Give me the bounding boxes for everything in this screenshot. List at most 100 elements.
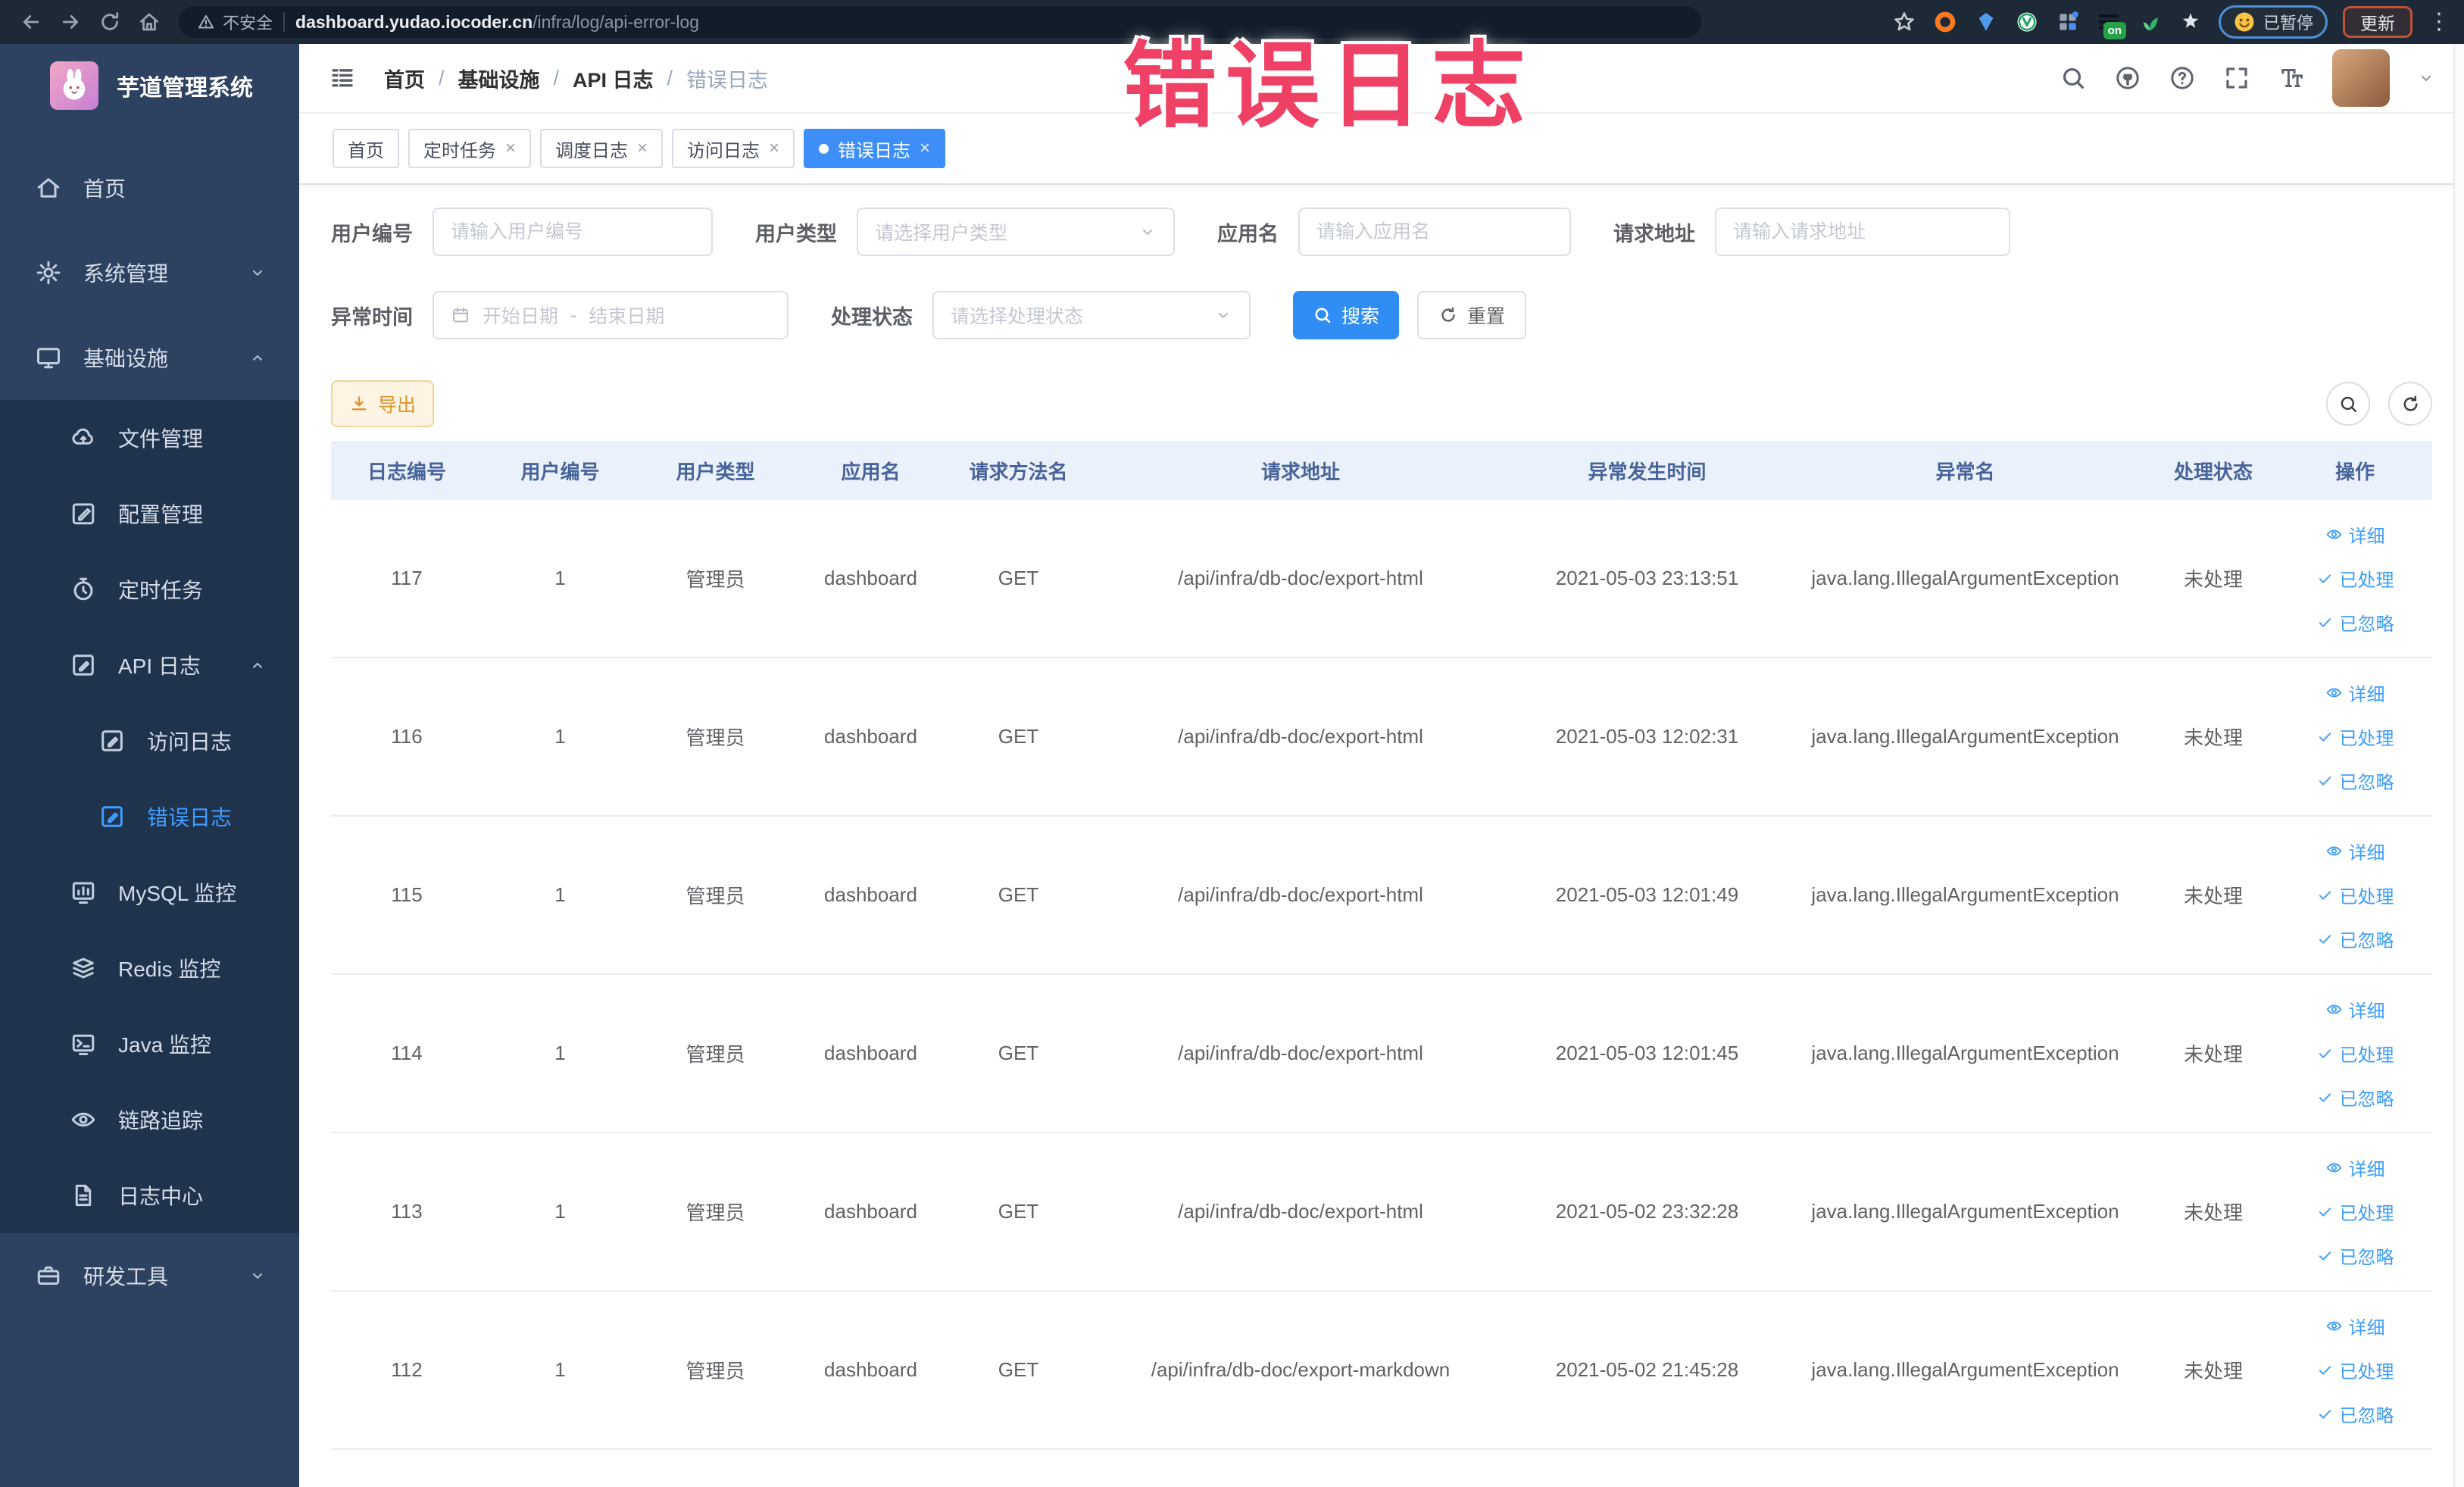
action-已忽略[interactable]: 已忽略 bbox=[2316, 917, 2394, 961]
breadcrumb-item[interactable]: 首页 bbox=[384, 64, 425, 93]
tab-首页[interactable]: 首页 bbox=[333, 129, 399, 168]
search-button[interactable]: 搜索 bbox=[1293, 291, 1400, 339]
sidebar-item-日志中心[interactable]: 日志中心 bbox=[0, 1157, 299, 1233]
security-warning[interactable]: 不安全 bbox=[197, 10, 273, 34]
request-url-input[interactable] bbox=[1715, 208, 2010, 256]
tab-访问日志[interactable]: 访问日志 × bbox=[672, 129, 795, 168]
export-button[interactable]: 导出 bbox=[331, 380, 435, 427]
back-icon[interactable] bbox=[14, 5, 48, 39]
home-icon bbox=[35, 174, 62, 201]
action-label: 详细 bbox=[2348, 526, 2385, 547]
close-icon[interactable]: × bbox=[920, 139, 930, 158]
action-已忽略[interactable]: 已忽略 bbox=[2316, 1076, 2394, 1120]
sidebar-item-API-日志[interactable]: API 日志 bbox=[0, 627, 299, 703]
url-bar[interactable]: 不安全 dashboard.yudao.iocoder.cn/infra/log… bbox=[179, 6, 1701, 38]
sidebar-item-Java-监控[interactable]: Java 监控 bbox=[0, 1006, 299, 1082]
font-size-icon[interactable] bbox=[2278, 64, 2305, 92]
close-icon[interactable]: × bbox=[505, 139, 516, 158]
reload-icon[interactable] bbox=[92, 5, 127, 39]
table-cell: dashboard bbox=[824, 1358, 917, 1381]
table-tools bbox=[2326, 382, 2432, 426]
tab-调度日志[interactable]: 调度日志 × bbox=[540, 129, 664, 168]
action-已忽略[interactable]: 已忽略 bbox=[2316, 1234, 2394, 1278]
action-详细[interactable]: 详细 bbox=[2325, 1304, 2385, 1348]
fullscreen-icon[interactable] bbox=[2223, 64, 2250, 92]
table-cell: /api/infra/db-doc/export-html bbox=[1178, 1042, 1423, 1064]
action-详细[interactable]: 详细 bbox=[2325, 829, 2385, 873]
bookmark-star-icon[interactable] bbox=[1891, 9, 1917, 35]
sidebar-item-定时任务[interactable]: 定时任务 bbox=[0, 551, 299, 627]
toggle-search-button[interactable] bbox=[2326, 382, 2370, 426]
breadcrumb-item[interactable]: API 日志 bbox=[573, 64, 654, 93]
exception-time-range-picker[interactable]: 开始日期 - 结束日期 bbox=[433, 291, 789, 339]
sidebar-item-label: 定时任务 bbox=[118, 579, 204, 602]
browser-menu-icon[interactable]: ⋮ bbox=[2428, 11, 2450, 33]
extension-leaf-icon[interactable] bbox=[2137, 9, 2163, 35]
page-scrollbar[interactable] bbox=[2453, 44, 2464, 1487]
sidebar-item-系统管理[interactable]: 系统管理 bbox=[0, 230, 299, 315]
breadcrumb-item[interactable]: 基础设施 bbox=[458, 64, 540, 93]
app-logo-row[interactable]: 芋道管理系统 bbox=[0, 44, 299, 127]
extension-green-v-icon[interactable] bbox=[2014, 9, 2040, 35]
chevron-down-icon[interactable] bbox=[2417, 69, 2435, 87]
tab-定时任务[interactable]: 定时任务 × bbox=[408, 129, 532, 168]
sidebar-item-文件管理[interactable]: 文件管理 bbox=[0, 400, 299, 476]
user-id-input[interactable] bbox=[433, 208, 713, 256]
refresh-table-button[interactable] bbox=[2388, 382, 2432, 426]
action-已处理[interactable]: 已处理 bbox=[2316, 873, 2394, 917]
action-详细[interactable]: 详细 bbox=[2325, 513, 2385, 557]
user-avatar[interactable] bbox=[2332, 49, 2390, 107]
reset-button[interactable]: 重置 bbox=[1417, 291, 1527, 339]
sidebar-item-首页[interactable]: 首页 bbox=[0, 145, 299, 230]
sidebar-collapse-icon[interactable] bbox=[328, 64, 357, 92]
filter-row-2: 异常时间 开始日期 - 结束日期 处理状态 请选择处理状态 搜索 重置 bbox=[331, 291, 2432, 339]
close-icon[interactable]: × bbox=[769, 139, 779, 158]
browser-update-button[interactable]: 更新 bbox=[2343, 6, 2412, 38]
sidebar-item-研发工具[interactable]: 研发工具 bbox=[0, 1233, 299, 1318]
extension-orange-icon[interactable] bbox=[1932, 9, 1958, 35]
action-已处理[interactable]: 已处理 bbox=[2316, 1190, 2394, 1234]
github-icon[interactable] bbox=[2114, 64, 2141, 92]
sidebar-item-MySQL-监控[interactable]: MySQL 监控 bbox=[0, 854, 299, 930]
process-status-select[interactable]: 请选择处理状态 bbox=[932, 291, 1251, 339]
action-已处理[interactable]: 已处理 bbox=[2316, 715, 2394, 759]
table-cell: dashboard bbox=[824, 883, 917, 906]
sidebar-item-label: 访问日志 bbox=[147, 730, 233, 754]
column-header: 请求地址 bbox=[1260, 460, 1340, 483]
extension-puzzle-icon[interactable] bbox=[2178, 9, 2203, 35]
config-edit-icon bbox=[70, 500, 97, 527]
action-已忽略[interactable]: 已忽略 bbox=[2316, 601, 2394, 645]
sidebar-item-基础设施[interactable]: 基础设施 bbox=[0, 315, 299, 400]
column-header: 异常名 bbox=[1935, 460, 1995, 483]
sidebar-item-错误日志[interactable]: 错误日志 bbox=[0, 779, 299, 854]
action-已忽略[interactable]: 已忽略 bbox=[2316, 1392, 2394, 1436]
sidebar-item-链路追踪[interactable]: 链路追踪 bbox=[0, 1082, 299, 1157]
table-cell: java.lang.IllegalArgumentException bbox=[1811, 1042, 2119, 1064]
action-详细[interactable]: 详细 bbox=[2325, 988, 2385, 1032]
extension-blue-drop-icon[interactable] bbox=[1973, 9, 1999, 35]
app-name-input[interactable] bbox=[1298, 208, 1571, 256]
action-已处理[interactable]: 已处理 bbox=[2316, 1032, 2394, 1076]
forward-icon[interactable] bbox=[53, 5, 88, 39]
extension-on-badge-icon[interactable]: on bbox=[2096, 9, 2126, 39]
action-已处理[interactable]: 已处理 bbox=[2316, 557, 2394, 601]
table-cell: 未处理 bbox=[2183, 568, 2243, 591]
extension-grid-icon[interactable] bbox=[2055, 9, 2081, 35]
close-icon[interactable]: × bbox=[637, 139, 648, 158]
action-已处理[interactable]: 已处理 bbox=[2316, 1348, 2394, 1392]
action-详细[interactable]: 详细 bbox=[2325, 671, 2385, 715]
help-icon[interactable] bbox=[2169, 64, 2196, 92]
action-已忽略[interactable]: 已忽略 bbox=[2316, 759, 2394, 803]
user-type-select[interactable]: 请选择用户类型 bbox=[857, 208, 1175, 256]
sidebar-item-配置管理[interactable]: 配置管理 bbox=[0, 476, 299, 551]
sidebar-item-访问日志[interactable]: 访问日志 bbox=[0, 703, 299, 779]
table-cell: 1 bbox=[554, 1358, 566, 1381]
sidebar-item-Redis-监控[interactable]: Redis 监控 bbox=[0, 930, 299, 1006]
tab-错误日志[interactable]: 错误日志 × bbox=[804, 129, 946, 168]
breadcrumb-separator: / bbox=[553, 66, 560, 89]
home-nav-icon[interactable] bbox=[132, 5, 167, 39]
action-详细[interactable]: 详细 bbox=[2325, 1146, 2385, 1190]
proxy-paused-pill[interactable]: 已暂停 bbox=[2218, 5, 2328, 39]
search-icon[interactable] bbox=[2060, 64, 2087, 92]
table-cell: /api/infra/db-doc/export-html bbox=[1178, 883, 1423, 906]
